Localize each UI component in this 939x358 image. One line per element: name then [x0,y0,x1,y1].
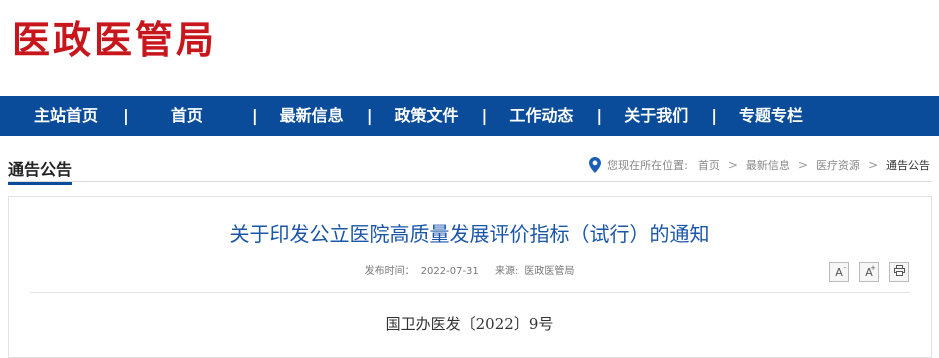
nav-separator: | [711,106,718,125]
nav-item-about[interactable]: 关于我们 [623,96,689,136]
source-value: 医政医管局 [524,266,575,277]
nav-item-work[interactable]: 工作动态 [508,96,574,136]
article-meta: 发布时间： 2022-07-31 来源: 医政医管局 [0,262,939,277]
nav-item-latest[interactable]: 最新信息 [279,96,345,136]
document-number: 国卫办医发〔2022〕9号 [385,315,554,333]
publish-date: 2022-07-31 [420,266,479,277]
print-button[interactable] [889,262,909,282]
font-decrease-icon: A [835,265,843,279]
nav-item-main-home[interactable]: 主站首页 [33,96,99,136]
print-icon [893,265,905,279]
font-increase-button[interactable]: A + [859,262,879,282]
breadcrumb-latest[interactable]: 最新信息 [746,157,790,173]
publish-label: 发布时间： [364,266,415,277]
article-title: 关于印发公立医院高质量发展评价指标（试行）的通知 [229,222,710,246]
nav-separator: | [251,106,258,125]
article-tools: A- A + [829,262,909,282]
nav-item-home[interactable]: 首页 [167,96,207,136]
nav-separator: | [123,106,129,125]
source-label: 来源: [494,266,519,277]
breadcrumb: 您现在所在位置: 首页 > 最新信息 > 医疗资源 > 通告公告 [588,157,930,173]
font-decrease-button[interactable]: A- [829,262,849,282]
breadcrumb-arrow-icon: > [867,158,878,172]
breadcrumb-prefix: 您现在所在位置: [607,159,688,172]
nav-separator: | [481,106,488,125]
breadcrumb-medical-resources[interactable]: 医疗资源 [816,157,860,173]
site-logo[interactable]: 医政医管局 [12,18,217,62]
breadcrumb-arrow-icon: > [727,158,738,172]
nav-item-policy[interactable]: 政策文件 [394,96,460,136]
main-nav: 主站首页 | 首页 | 最新信息 | 政策文件 | 工作动态 | 关于我们 | … [0,96,939,136]
breadcrumb-home[interactable]: 首页 [698,157,720,173]
nav-separator: | [596,106,603,125]
location-pin-icon [588,157,602,173]
breadcrumb-arrow-icon: > [797,158,808,172]
breadcrumb-current: 通告公告 [886,159,930,172]
section-divider [8,181,932,182]
meta-divider [30,292,910,293]
nav-separator: | [366,106,373,125]
nav-item-special[interactable]: 专题专栏 [738,96,804,136]
